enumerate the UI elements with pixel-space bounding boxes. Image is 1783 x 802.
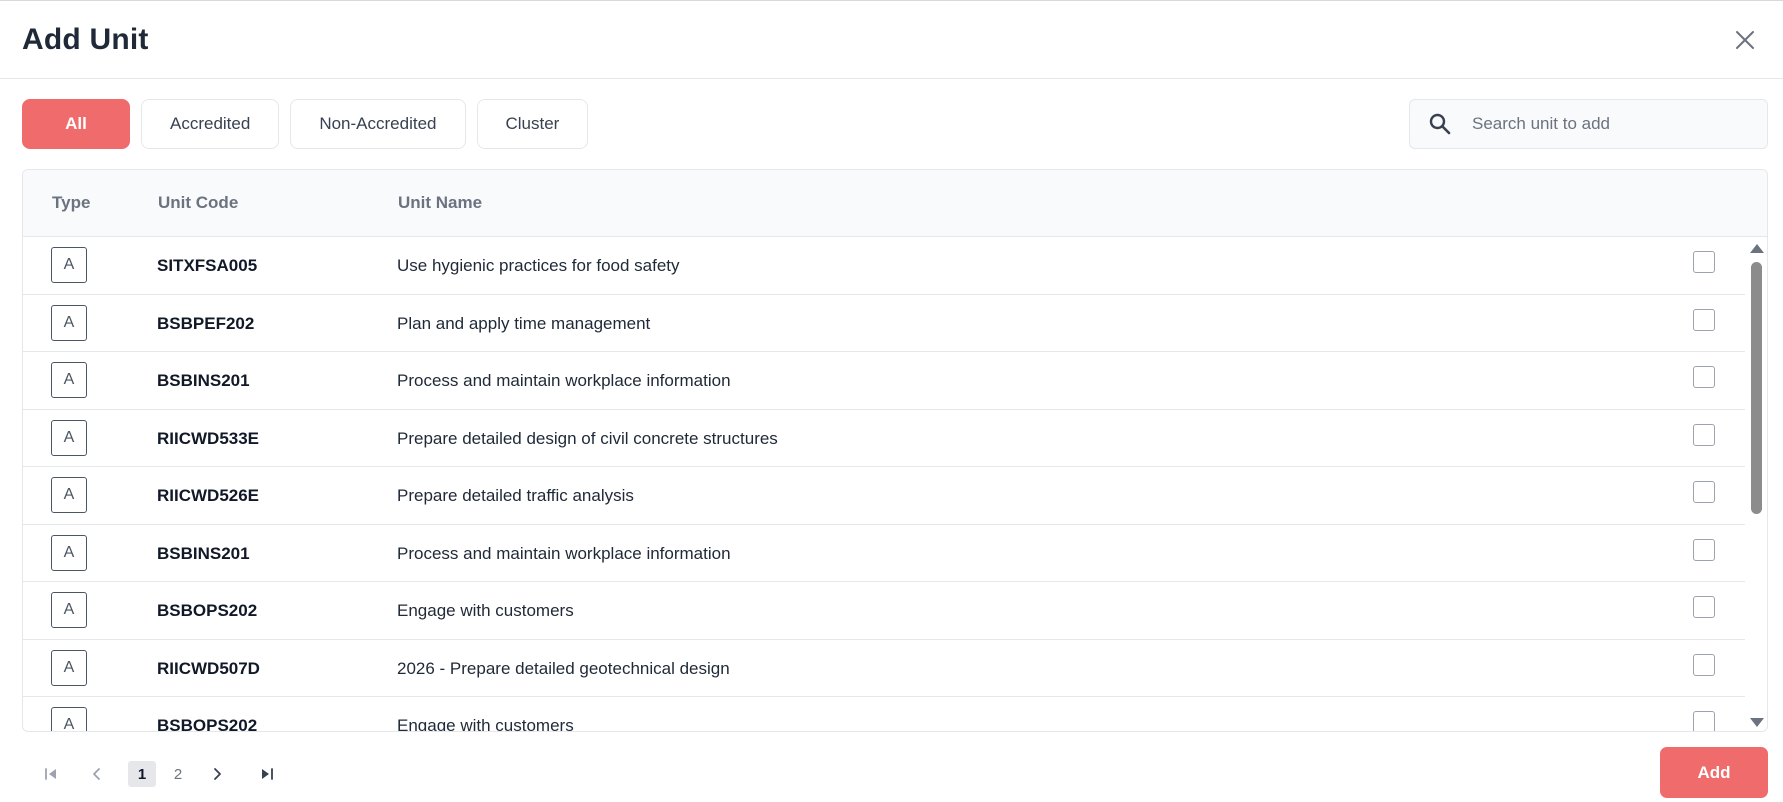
scroll-up-arrow-icon[interactable]	[1750, 244, 1764, 253]
filter-all-button[interactable]: All	[22, 99, 130, 149]
close-icon	[1736, 30, 1754, 49]
table-row[interactable]: A RIICWD507D 2026 - Prepare detailed geo…	[23, 640, 1745, 697]
row-checkbox[interactable]	[1693, 308, 1715, 331]
unit-name: Prepare detailed design of civil concret…	[397, 428, 778, 448]
unit-name: Engage with customers	[397, 601, 574, 620]
column-header-unit-name: Unit Name	[398, 193, 483, 212]
type-badge: A	[51, 707, 87, 731]
search-input[interactable]	[1470, 113, 1744, 135]
unit-name: Process and maintain workplace informati…	[397, 543, 731, 563]
unit-code: BSBOPS202	[157, 601, 258, 620]
unit-code: BSBPEF202	[157, 313, 255, 333]
table-row[interactable]: A BSBOPS202 Engage with customers	[23, 697, 1745, 732]
type-badge: A	[51, 419, 87, 456]
last-page-button[interactable]	[252, 759, 282, 789]
units-table: Type Unit Code Unit Name A SITXFSA005 Us…	[22, 169, 1768, 732]
chevron-right-icon	[214, 768, 221, 780]
type-badge: A	[51, 592, 87, 628]
table-scrollbar[interactable]	[1745, 237, 1767, 731]
table-row[interactable]: A RIICWD533E Prepare detailed design of …	[23, 410, 1745, 467]
filter-tabs: All Accredited Non-Accredited Cluster	[22, 99, 589, 149]
search-box	[1409, 99, 1768, 149]
row-checkbox[interactable]	[1693, 711, 1715, 731]
search-icon	[1429, 113, 1451, 135]
dialog-title: Add Unit	[22, 22, 149, 56]
unit-code: SITXFSA005	[157, 256, 258, 275]
unit-code: RIICWD507D	[157, 658, 260, 678]
unit-name: Prepare detailed traffic analysis	[397, 486, 634, 505]
type-badge: A	[51, 304, 87, 341]
toolbar: All Accredited Non-Accredited Cluster	[22, 99, 1768, 149]
unit-code: BSBINS201	[157, 543, 250, 563]
type-badge: A	[51, 534, 87, 571]
unit-code: BSBOPS202	[157, 716, 258, 732]
page-number-2[interactable]: 2	[164, 761, 192, 787]
next-page-button[interactable]	[202, 759, 232, 789]
type-badge: A	[51, 247, 87, 283]
page-number-1[interactable]: 1	[128, 761, 156, 787]
table-row[interactable]: A BSBPEF202 Plan and apply time manageme…	[23, 295, 1745, 352]
row-checkbox[interactable]	[1693, 481, 1715, 503]
table-row[interactable]: A SITXFSA005 Use hygienic practices for …	[23, 237, 1745, 295]
unit-name: Use hygienic practices for food safety	[397, 256, 680, 275]
table-body: A SITXFSA005 Use hygienic practices for …	[23, 237, 1745, 732]
add-unit-dialog: Add Unit All Accredited Non-Accredited C…	[0, 0, 1783, 802]
type-badge: A	[51, 477, 87, 513]
first-page-button[interactable]	[36, 759, 66, 789]
table-row[interactable]: A BSBINS201 Process and maintain workpla…	[23, 525, 1745, 582]
unit-code: BSBINS201	[157, 371, 250, 390]
unit-code: RIICWD526E	[157, 486, 260, 505]
unit-name: Plan and apply time management	[397, 313, 651, 333]
scroll-down-arrow-icon[interactable]	[1750, 718, 1764, 727]
unit-code: RIICWD533E	[157, 428, 260, 448]
type-badge: A	[51, 362, 87, 398]
chevron-left-icon	[93, 768, 100, 780]
unit-name: 2026 - Prepare detailed geotechnical des…	[397, 658, 730, 678]
add-button[interactable]: Add	[1660, 747, 1768, 798]
row-checkbox[interactable]	[1693, 251, 1715, 273]
table-row[interactable]: A RIICWD526E Prepare detailed traffic an…	[23, 467, 1745, 525]
close-button[interactable]	[1729, 24, 1761, 56]
table-header: Type Unit Code Unit Name	[23, 170, 1767, 237]
row-checkbox[interactable]	[1693, 366, 1715, 388]
previous-page-button[interactable]	[82, 759, 112, 789]
column-header-type: Type	[52, 193, 91, 212]
pagination: 1 2	[36, 759, 282, 789]
row-checkbox[interactable]	[1693, 538, 1715, 561]
first-page-icon	[45, 768, 56, 780]
last-page-icon	[262, 768, 273, 780]
filter-accredited-button[interactable]: Accredited	[141, 99, 280, 149]
row-checkbox[interactable]	[1693, 596, 1715, 618]
row-checkbox[interactable]	[1693, 423, 1715, 446]
unit-name: Engage with customers	[397, 716, 574, 732]
column-header-unit-code: Unit Code	[158, 193, 239, 212]
row-checkbox[interactable]	[1693, 653, 1715, 676]
table-row[interactable]: A BSBOPS202 Engage with customers	[23, 582, 1745, 640]
type-badge: A	[51, 649, 87, 686]
dialog-header: Add Unit	[0, 1, 1783, 79]
filter-non-accredited-button[interactable]: Non-Accredited	[290, 99, 466, 149]
table-row[interactable]: A BSBINS201 Process and maintain workpla…	[23, 352, 1745, 410]
filter-cluster-button[interactable]: Cluster	[476, 99, 589, 149]
scrollbar-thumb[interactable]	[1751, 262, 1762, 514]
unit-name: Process and maintain workplace informati…	[397, 371, 731, 390]
